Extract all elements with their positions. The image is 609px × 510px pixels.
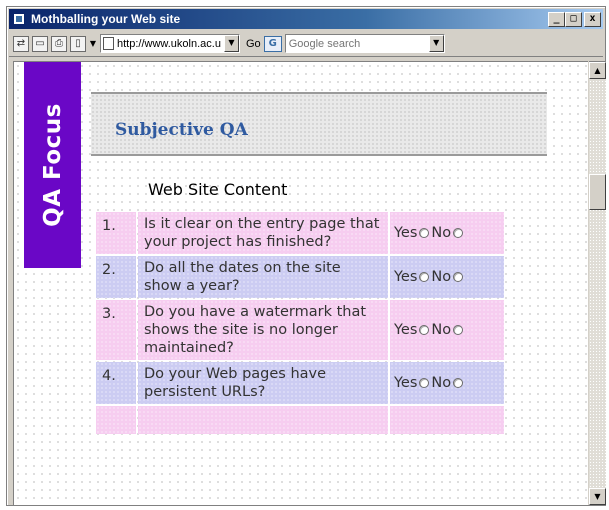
browser-window: Mothballing your Web site _ □ x ⇄ ▭ ⎙ ▯ … bbox=[6, 6, 606, 506]
minimize-button[interactable]: _ bbox=[548, 11, 565, 27]
yes-label: Yes bbox=[394, 269, 418, 285]
answer-cell: Yes No bbox=[390, 300, 504, 360]
folder-icon[interactable]: ▭ bbox=[32, 35, 48, 52]
no-radio[interactable] bbox=[453, 228, 464, 238]
page-icon bbox=[13, 13, 25, 25]
no-radio[interactable] bbox=[453, 325, 464, 335]
answer-cell: Yes No bbox=[390, 256, 504, 298]
table-row: 4. Do your Web pages have persistent URL… bbox=[96, 362, 504, 404]
table-row bbox=[96, 406, 504, 434]
title-bar: Mothballing your Web site _ □ x bbox=[9, 9, 603, 29]
question-number: 2. bbox=[96, 256, 136, 298]
yes-label: Yes bbox=[394, 225, 418, 241]
answer-cell bbox=[390, 406, 504, 434]
no-label: No bbox=[431, 322, 452, 338]
section-title: Subjective QA bbox=[115, 120, 248, 140]
banner-text: QA Focus bbox=[39, 103, 66, 227]
question-text: Do you have a watermark that shows the s… bbox=[138, 300, 388, 360]
close-button[interactable]: x bbox=[584, 11, 601, 27]
section-header: Subjective QA bbox=[91, 92, 547, 156]
address-dropdown-button[interactable]: ▼ bbox=[224, 35, 239, 52]
share-icon[interactable]: ⇄ bbox=[13, 35, 29, 52]
question-text bbox=[138, 406, 388, 434]
no-label: No bbox=[431, 225, 452, 241]
maximize-button[interactable]: □ bbox=[565, 11, 582, 27]
no-radio[interactable] bbox=[453, 378, 464, 388]
scroll-down-button[interactable]: ▼ bbox=[589, 488, 606, 505]
window-controls: _ □ x bbox=[548, 11, 601, 27]
window-title: Mothballing your Web site bbox=[31, 12, 181, 26]
answer-cell: Yes No bbox=[390, 212, 504, 254]
search-input[interactable] bbox=[285, 37, 429, 50]
scroll-thumb[interactable] bbox=[589, 174, 606, 210]
scroll-up-button[interactable]: ▲ bbox=[589, 62, 606, 79]
search-dropdown-button[interactable]: ▼ bbox=[428, 35, 444, 52]
yes-radio[interactable] bbox=[419, 325, 430, 335]
document-icon bbox=[103, 37, 114, 50]
question-text: Do your Web pages have persistent URLs? bbox=[138, 362, 388, 404]
question-text: Do all the dates on the site show a year… bbox=[138, 256, 388, 298]
address-text[interactable]: http://www.ukoln.ac.u bbox=[117, 38, 224, 50]
yes-label: Yes bbox=[394, 322, 418, 338]
question-number bbox=[96, 406, 136, 434]
questions-table: 1. Is it clear on the entry page that yo… bbox=[94, 210, 506, 436]
new-page-icon[interactable]: ▯ bbox=[70, 35, 86, 52]
table-row: 3. Do you have a watermark that shows th… bbox=[96, 300, 504, 360]
no-label: No bbox=[431, 375, 452, 391]
question-number: 4. bbox=[96, 362, 136, 404]
answer-cell: Yes No bbox=[390, 362, 504, 404]
question-number: 1. bbox=[96, 212, 136, 254]
no-radio[interactable] bbox=[453, 272, 464, 282]
page-content: QA Focus Subjective QA Web Site Content … bbox=[13, 61, 588, 505]
yes-radio[interactable] bbox=[419, 378, 430, 388]
print-icon[interactable]: ⎙ bbox=[51, 35, 67, 52]
go-button[interactable]: Go bbox=[246, 38, 261, 50]
chevron-down-icon[interactable]: ▼ bbox=[89, 39, 97, 48]
table-row: 1. Is it clear on the entry page that yo… bbox=[96, 212, 504, 254]
address-bar[interactable]: http://www.ukoln.ac.u ▼ bbox=[100, 34, 240, 53]
toolbar: ⇄ ▭ ⎙ ▯ ▼ http://www.ukoln.ac.u ▼ Go G ▼ bbox=[9, 31, 603, 57]
yes-label: Yes bbox=[394, 375, 418, 391]
vertical-scrollbar[interactable]: ▲ ▼ bbox=[589, 61, 606, 505]
yes-radio[interactable] bbox=[419, 272, 430, 282]
question-number: 3. bbox=[96, 300, 136, 360]
no-label: No bbox=[431, 269, 452, 285]
google-icon[interactable]: G bbox=[263, 35, 282, 52]
subsection-heading: Web Site Content bbox=[148, 180, 288, 199]
table-row: 2. Do all the dates on the site show a y… bbox=[96, 256, 504, 298]
question-text: Is it clear on the entry page that your … bbox=[138, 212, 388, 254]
qa-focus-banner: QA Focus bbox=[24, 62, 81, 268]
search-box[interactable]: ▼ bbox=[284, 34, 445, 53]
yes-radio[interactable] bbox=[419, 228, 430, 238]
